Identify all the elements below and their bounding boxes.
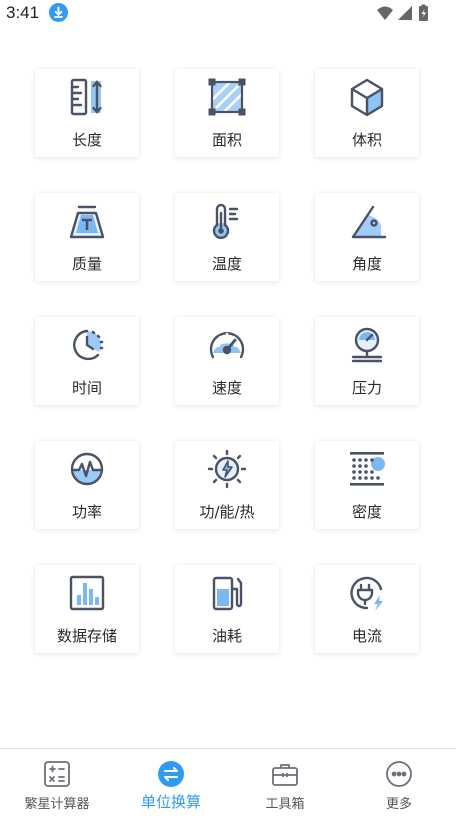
tab-more[interactable]: 更多 [342, 749, 456, 822]
unit-label: 功率 [71, 503, 102, 521]
unit-label: 角度 [351, 255, 382, 273]
unit-card-data-storage[interactable]: 数据存储 [35, 565, 139, 653]
battery-icon [419, 4, 428, 21]
download-icon [49, 3, 68, 22]
energy-icon [207, 449, 247, 489]
status-time: 3:41 [6, 3, 40, 22]
signal-icon [398, 6, 412, 20]
area-icon [207, 77, 247, 117]
speedometer-icon [207, 325, 247, 365]
unit-card-energy[interactable]: 功/能/热 [175, 441, 279, 529]
ruler-icon [67, 77, 107, 117]
unit-label: 长度 [71, 131, 102, 149]
unit-label: 压力 [351, 379, 382, 397]
unit-card-pressure[interactable]: 压力 [315, 317, 419, 405]
unit-card-density[interactable]: 密度 [315, 441, 419, 529]
unit-card-temperature[interactable]: 温度 [175, 193, 279, 281]
unit-label: 密度 [351, 503, 382, 521]
tab-label: 更多 [385, 797, 412, 812]
fuel-pump-icon [207, 573, 247, 613]
unit-card-power[interactable]: 功率 [35, 441, 139, 529]
tab-unit-conversion[interactable]: 单位换算 [114, 749, 228, 822]
swap-icon [157, 760, 185, 788]
unit-label: 温度 [211, 255, 242, 273]
toolbox-icon [271, 760, 299, 788]
tab-toolbox[interactable]: 工具箱 [228, 749, 342, 822]
unit-label: 时间 [71, 379, 102, 397]
tab-calculator[interactable]: 繁星计算器 [0, 749, 114, 822]
unit-card-current[interactable]: 电流 [315, 565, 419, 653]
clock-icon [67, 325, 107, 365]
unit-label: 功/能/热 [199, 503, 255, 521]
unit-label: 速度 [211, 379, 242, 397]
status-icons [376, 4, 438, 22]
density-icon [347, 449, 387, 489]
data-storage-icon [67, 573, 107, 613]
angle-icon [347, 201, 387, 241]
cube-icon [347, 77, 387, 117]
tab-label: 单位换算 [140, 793, 201, 811]
unit-label: 体积 [351, 131, 382, 149]
tab-label: 繁星计算器 [24, 797, 90, 812]
more-icon [385, 760, 413, 788]
unit-card-volume[interactable]: 体积 [315, 69, 419, 157]
unit-card-area[interactable]: 面积 [175, 69, 279, 157]
unit-label: 油耗 [211, 627, 242, 645]
current-plug-icon [347, 573, 387, 613]
wifi-icon [377, 6, 393, 20]
unit-card-mass[interactable]: 质量 [35, 193, 139, 281]
unit-card-length[interactable]: 长度 [35, 69, 139, 157]
weight-icon [67, 201, 107, 241]
unit-card-angle[interactable]: 角度 [315, 193, 419, 281]
status-bar: 3:41 [0, 0, 456, 28]
unit-card-fuel[interactable]: 油耗 [175, 565, 279, 653]
bottom-nav: 繁星计算器 单位换算 工具箱 更多 [0, 748, 456, 822]
unit-card-speed[interactable]: 速度 [175, 317, 279, 405]
unit-label: 电流 [351, 627, 382, 645]
pressure-gauge-icon [347, 325, 387, 365]
unit-label: 质量 [71, 255, 102, 273]
thermometer-icon [207, 201, 247, 241]
unit-card-time[interactable]: 时间 [35, 317, 139, 405]
tab-label: 工具箱 [265, 797, 305, 812]
calculator-icon [43, 760, 71, 788]
power-icon [67, 449, 107, 489]
unit-label: 数据存储 [56, 627, 117, 645]
unit-label: 面积 [211, 131, 242, 149]
